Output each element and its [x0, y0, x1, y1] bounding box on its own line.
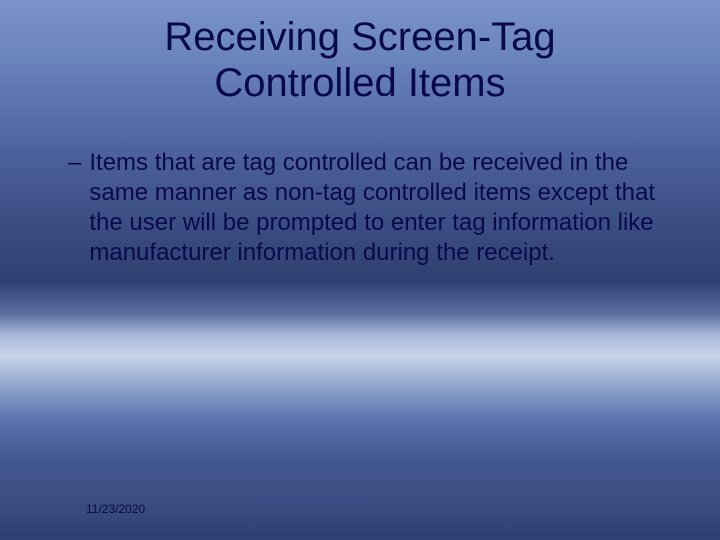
title-line-1: Receiving Screen-Tag [164, 15, 555, 59]
body-content: – Items that are tag controlled can be r… [68, 148, 672, 268]
footer-date: 11/23/2020 [86, 502, 145, 516]
bullet-dash: – [68, 148, 81, 178]
bullet-text: Items that are tag controlled can be rec… [89, 148, 672, 268]
slide-title: Receiving Screen-Tag Controlled Items [0, 0, 720, 106]
bullet-item: – Items that are tag controlled can be r… [68, 148, 672, 268]
slide: Receiving Screen-Tag Controlled Items – … [0, 0, 720, 540]
title-line-2: Controlled Items [214, 61, 505, 105]
